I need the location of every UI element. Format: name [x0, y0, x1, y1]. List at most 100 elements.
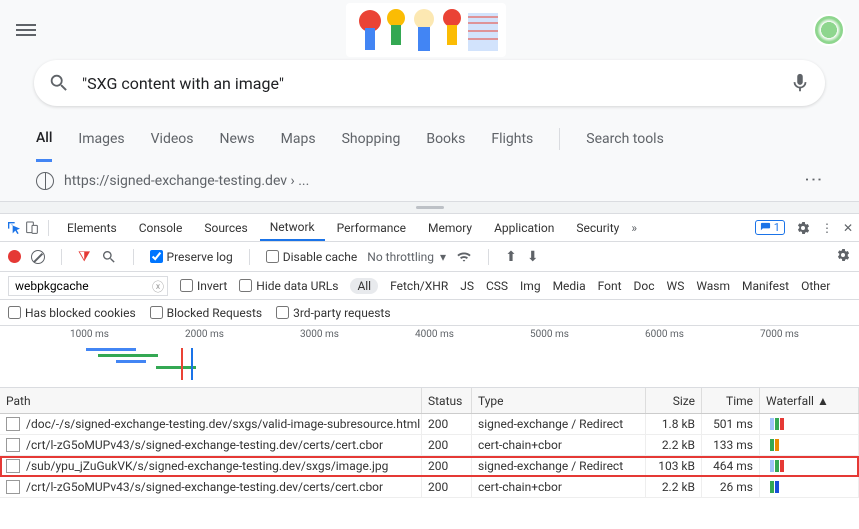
- panel-elements[interactable]: Elements: [57, 214, 127, 241]
- table-row[interactable]: /sub/ypu_jZuGukVK/s/signed-exchange-test…: [0, 456, 859, 477]
- search-icon[interactable]: [48, 72, 70, 94]
- timeline-mark: 3000 ms: [300, 329, 339, 340]
- close-icon[interactable]: ✕: [843, 221, 853, 235]
- tab-news[interactable]: News: [220, 116, 255, 162]
- issues-badge[interactable]: 1: [755, 220, 785, 235]
- col-path[interactable]: Path: [0, 388, 422, 413]
- panel-sources[interactable]: Sources: [194, 214, 257, 241]
- timeline-mark: 2000 ms: [185, 329, 224, 340]
- timeline-mark: 1000 ms: [70, 329, 109, 340]
- record-button[interactable]: [8, 250, 21, 263]
- tab-books[interactable]: Books: [426, 116, 465, 162]
- device-toggle-icon[interactable]: [24, 220, 40, 236]
- filter-type-doc[interactable]: Doc: [634, 279, 655, 293]
- timeline-mark: 7000 ms: [760, 329, 799, 340]
- col-time[interactable]: Time: [702, 388, 760, 413]
- gear-icon[interactable]: [835, 247, 851, 263]
- size-cell: 1.8 kB: [646, 414, 702, 434]
- time-cell: 464 ms: [702, 456, 760, 476]
- file-icon: [6, 417, 20, 431]
- preserve-log-checkbox[interactable]: Preserve log: [150, 250, 233, 264]
- time-cell: 26 ms: [702, 477, 760, 497]
- panel-security[interactable]: Security: [566, 214, 629, 241]
- panel-application[interactable]: Application: [484, 214, 564, 241]
- google-doodle[interactable]: [346, 3, 506, 57]
- more-panels-icon[interactable]: »: [631, 221, 637, 235]
- network-conditions-icon[interactable]: [456, 249, 472, 265]
- status-cell: 200: [422, 456, 472, 476]
- tab-shopping[interactable]: Shopping: [342, 116, 401, 162]
- filter-type-js[interactable]: JS: [460, 279, 474, 293]
- download-har-icon[interactable]: ⬇: [527, 249, 539, 265]
- table-row[interactable]: /doc/-/s/signed-exchange-testing.dev/sxg…: [0, 414, 859, 435]
- search-nav-tabs: All Images Videos News Maps Shopping Boo…: [0, 116, 859, 162]
- filter-input[interactable]: [8, 276, 168, 296]
- timeline-overview[interactable]: 1000 ms2000 ms3000 ms4000 ms5000 ms6000 …: [0, 326, 859, 388]
- type-cell: signed-exchange / Redirect: [472, 414, 646, 434]
- filter-icon[interactable]: ⧩: [78, 249, 91, 265]
- separator: [559, 128, 560, 150]
- more-icon[interactable]: ⋮: [803, 171, 824, 191]
- timeline-mark: 6000 ms: [645, 329, 684, 340]
- tab-videos[interactable]: Videos: [151, 116, 194, 162]
- panel-console[interactable]: Console: [129, 214, 193, 241]
- result-url[interactable]: https://signed-exchange-testing.dev › ..…: [64, 173, 309, 189]
- filter-type-css[interactable]: CSS: [486, 279, 508, 293]
- panel-performance[interactable]: Performance: [327, 214, 416, 241]
- search-input[interactable]: [82, 74, 777, 93]
- upload-har-icon[interactable]: ⬆: [505, 249, 517, 265]
- timeline-mark: 4000 ms: [415, 329, 454, 340]
- panel-memory[interactable]: Memory: [418, 214, 482, 241]
- third-party-checkbox[interactable]: 3rd-party requests: [276, 306, 390, 320]
- blocked-cookies-checkbox[interactable]: Has blocked cookies: [8, 306, 136, 320]
- clear-filter-icon[interactable]: ⓧ: [152, 278, 164, 295]
- col-type[interactable]: Type: [472, 388, 646, 413]
- inspect-icon[interactable]: [6, 220, 22, 236]
- filter-type-other[interactable]: Other: [801, 279, 830, 293]
- table-row[interactable]: /crt/l-zG5oMUPv43/s/signed-exchange-test…: [0, 435, 859, 456]
- tab-images[interactable]: Images: [78, 116, 124, 162]
- type-cell: cert-chain+cbor: [472, 477, 646, 497]
- time-cell: 501 ms: [702, 414, 760, 434]
- col-waterfall[interactable]: Waterfall ▲: [760, 388, 859, 413]
- filter-type-wasm[interactable]: Wasm: [696, 279, 730, 293]
- col-status[interactable]: Status: [422, 388, 472, 413]
- disable-cache-checkbox[interactable]: Disable cache: [266, 250, 358, 264]
- filter-type-manifest[interactable]: Manifest: [742, 279, 789, 293]
- tab-all[interactable]: All: [36, 116, 52, 162]
- table-row[interactable]: /crt/l-zG5oMUPv43/s/signed-exchange-test…: [0, 477, 859, 498]
- size-cell: 103 kB: [646, 456, 702, 476]
- avatar[interactable]: [813, 14, 845, 46]
- voice-search-icon[interactable]: [789, 72, 811, 94]
- tab-maps[interactable]: Maps: [281, 116, 316, 162]
- panel-network[interactable]: Network: [260, 214, 325, 241]
- filter-type-all[interactable]: All: [350, 278, 378, 294]
- type-cell: cert-chain+cbor: [472, 435, 646, 455]
- waterfall-cell: [760, 477, 859, 497]
- filter-type-img[interactable]: Img: [520, 279, 541, 293]
- search-tools[interactable]: Search tools: [586, 116, 664, 162]
- menu-icon[interactable]: [14, 18, 38, 42]
- globe-icon: [36, 172, 54, 190]
- kebab-icon[interactable]: ⋮: [821, 221, 833, 235]
- table-header: Path Status Type Size Time Waterfall ▲: [0, 388, 859, 414]
- invert-checkbox[interactable]: Invert: [180, 279, 227, 293]
- tab-flights[interactable]: Flights: [491, 116, 533, 162]
- size-cell: 2.2 kB: [646, 477, 702, 497]
- filter-type-fetch[interactable]: Fetch/XHR: [390, 279, 448, 293]
- drag-handle[interactable]: [0, 202, 859, 214]
- clear-button[interactable]: [31, 250, 45, 264]
- filter-type-font[interactable]: Font: [598, 279, 622, 293]
- search-bar: [34, 60, 825, 106]
- col-size[interactable]: Size: [646, 388, 702, 413]
- blocked-requests-checkbox[interactable]: Blocked Requests: [150, 306, 262, 320]
- gear-icon[interactable]: [795, 220, 811, 236]
- hide-data-urls-checkbox[interactable]: Hide data URLs: [239, 279, 338, 293]
- filter-type-ws[interactable]: WS: [667, 279, 685, 293]
- throttling-select[interactable]: No throttling▾: [367, 250, 446, 264]
- path-cell: /doc/-/s/signed-exchange-testing.dev/sxg…: [26, 417, 420, 431]
- file-icon: [6, 438, 20, 452]
- filter-type-media[interactable]: Media: [553, 279, 586, 293]
- status-cell: 200: [422, 477, 472, 497]
- search-icon[interactable]: [101, 249, 117, 265]
